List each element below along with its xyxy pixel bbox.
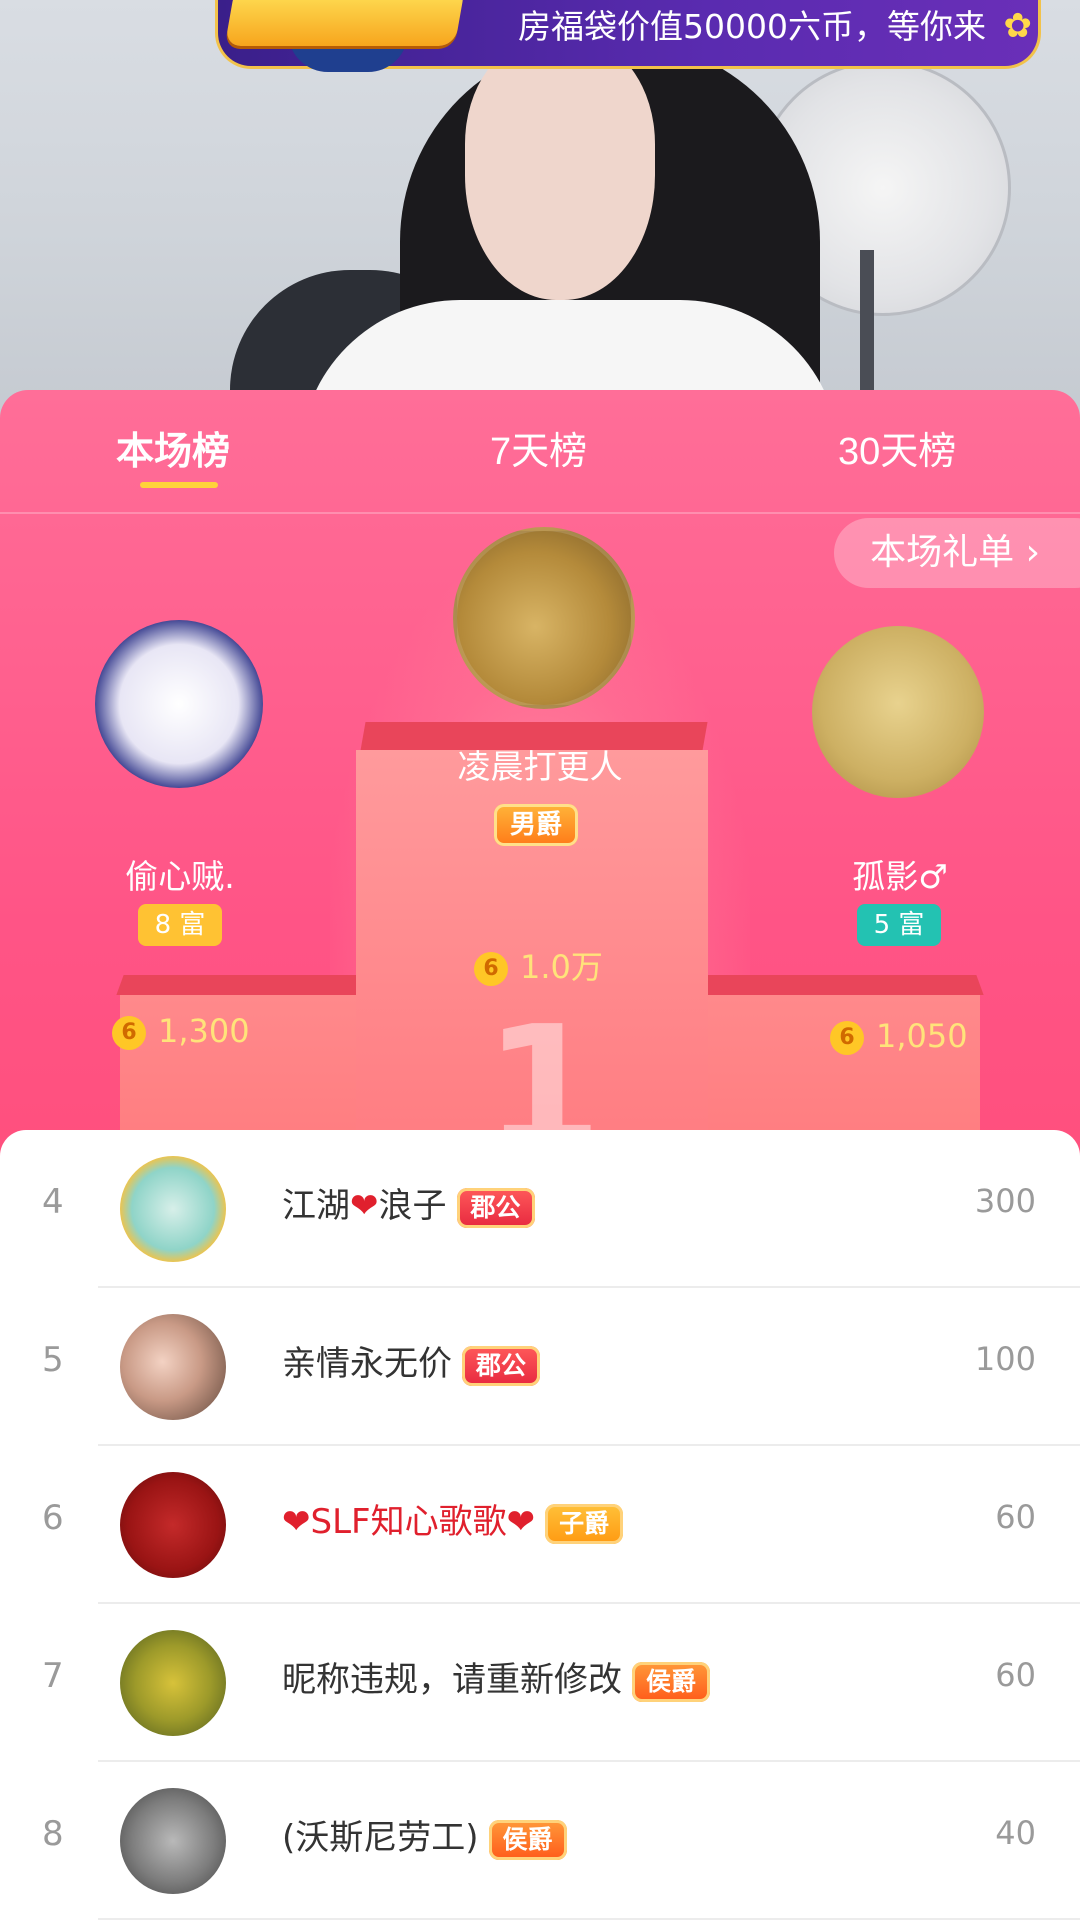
ranking-tabs: 本场榜 7天榜 30天榜 (0, 390, 1080, 512)
banner-text: 房福袋价值50000六币，等你来 (518, 7, 986, 46)
live-stream-video[interactable]: 房福袋价值50000六币，等你来 ✿ (0, 0, 1080, 420)
coin-icon: 6 (474, 952, 508, 986)
rank-number: 7 (42, 1656, 64, 1696)
active-tab-indicator (140, 482, 218, 488)
noble-badge: 侯爵 (488, 1819, 567, 1860)
third-place-name[interactable]: 孤影♂ (800, 850, 1000, 898)
list-item[interactable]: 7 昵称违规，请重新修改 侯爵 60 (0, 1604, 1080, 1762)
score: 60 (995, 1656, 1036, 1694)
tab-30-days[interactable]: 30天榜 (838, 420, 956, 475)
avatar[interactable] (120, 1472, 226, 1578)
podium-top-3 (696, 975, 984, 995)
rank-number: 4 (42, 1182, 64, 1222)
event-banner[interactable]: 房福袋价值50000六币，等你来 ✿ (215, 0, 1041, 72)
username[interactable]: (沃斯尼劳工) 侯爵 (282, 1810, 567, 1860)
avatar[interactable] (120, 1314, 226, 1420)
first-place-score: 6 1.0万 (474, 942, 603, 988)
second-place-score: 6 1,300 (112, 1012, 250, 1050)
rank-number: 5 (42, 1340, 64, 1380)
rank-number: 6 (42, 1498, 64, 1538)
username[interactable]: 江湖❤浪子 郡公 (282, 1178, 535, 1228)
second-place-name[interactable]: 偷心贼. (80, 850, 280, 898)
second-place-wealth-badge: 8 富 (138, 904, 222, 946)
score: 300 (974, 1182, 1036, 1220)
tab-current-session[interactable]: 本场榜 (116, 420, 230, 475)
avatar[interactable] (120, 1156, 226, 1262)
noble-badge: 子爵 (545, 1503, 624, 1544)
noble-badge: 侯爵 (632, 1661, 711, 1702)
streamer-face (465, 40, 655, 300)
third-place-score: 6 1,050 (830, 1017, 968, 1055)
username[interactable]: 亲情永无价 郡公 (282, 1336, 541, 1386)
score: 40 (995, 1814, 1036, 1852)
third-place-wealth-badge: 5 富 (857, 904, 941, 946)
coin-icon: 6 (112, 1016, 146, 1050)
first-place-avatar[interactable] (453, 527, 635, 709)
list-item[interactable]: 4 江湖❤浪子 郡公 300 (0, 1130, 1080, 1288)
avatar[interactable] (120, 1630, 226, 1736)
gift-list-button[interactable]: 本场礼单 › (834, 518, 1080, 588)
tab-7-days[interactable]: 7天榜 (490, 420, 587, 475)
score: 60 (995, 1498, 1036, 1536)
ranking-list: 4 江湖❤浪子 郡公 300 5 亲情永无价 郡公 100 6 ❤SLF知心歌歌❤ 子… (0, 1130, 1080, 1920)
noble-badge: 郡公 (456, 1187, 535, 1228)
third-place-avatar[interactable] (812, 626, 984, 798)
second-place-avatar[interactable] (95, 620, 263, 788)
star-icon: ✿ (1003, 6, 1033, 46)
list-item[interactable]: 6 ❤SLF知心歌歌❤ 子爵 60 (0, 1446, 1080, 1604)
noble-badge: 郡公 (462, 1345, 541, 1386)
first-place-noble-badge: 男爵 (494, 804, 579, 846)
first-place-name[interactable]: 凌晨打更人 (440, 740, 640, 788)
rank-number: 8 (42, 1814, 64, 1854)
score: 100 (974, 1340, 1036, 1378)
banner-logo (224, 0, 466, 46)
coin-icon: 6 (830, 1021, 864, 1055)
list-item[interactable]: 8 (沃斯尼劳工) 侯爵 40 (0, 1762, 1080, 1920)
list-item[interactable]: 5 亲情永无价 郡公 100 (0, 1288, 1080, 1446)
tabs-divider (0, 512, 1080, 514)
username[interactable]: 昵称违规，请重新修改 侯爵 (282, 1652, 711, 1702)
podium-top-2 (116, 975, 364, 995)
avatar[interactable] (120, 1788, 226, 1894)
username[interactable]: ❤SLF知心歌歌❤ 子爵 (282, 1494, 624, 1544)
